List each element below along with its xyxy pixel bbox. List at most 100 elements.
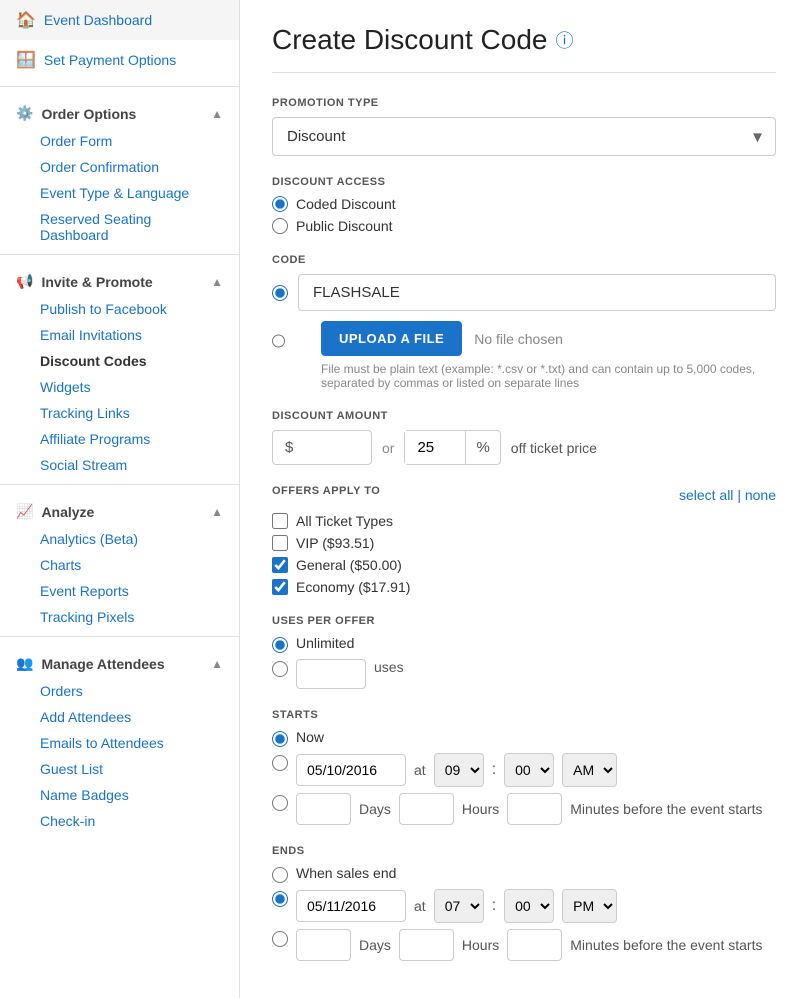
all-ticket-types-checkbox[interactable]: [272, 513, 288, 529]
ends-days-input[interactable]: [296, 929, 351, 961]
start-hour-select[interactable]: 09: [434, 753, 484, 787]
ends-days-label: Days: [359, 937, 391, 953]
start-ampm-select[interactable]: AM PM: [562, 753, 617, 787]
sidebar-item-event-dashboard[interactable]: 🏠 Event Dashboard: [0, 0, 239, 40]
sidebar-item-social-stream[interactable]: Social Stream: [20, 452, 239, 478]
percent-input[interactable]: [405, 431, 465, 464]
starts-days-input[interactable]: [296, 793, 351, 825]
sidebar-section-analyze[interactable]: 📈 Analyze ▲: [0, 491, 239, 526]
ends-relative-inputs: Days Hours Minutes before the event star…: [296, 929, 762, 961]
offers-links: select all | none: [679, 487, 776, 503]
pipe-separator: |: [737, 487, 745, 503]
vip-checkbox[interactable]: [272, 535, 288, 551]
starts-date-radio[interactable]: [272, 755, 288, 771]
starts-section: STARTS Now at 09 : 00 AM PM: [272, 709, 776, 825]
sidebar-item-reserved-seating[interactable]: Reserved Seating Dashboard: [20, 206, 239, 248]
sidebar-section-manage-attendees[interactable]: 👥 Manage Attendees ▲: [0, 643, 239, 678]
unlimited-label: Unlimited: [296, 635, 354, 651]
info-icon[interactable]: ⓘ: [555, 27, 573, 53]
code-file-radio[interactable]: [272, 333, 285, 349]
page-title: Create Discount Code ⓘ: [272, 24, 776, 73]
start-min-select[interactable]: 00: [504, 753, 554, 787]
economy-checkbox[interactable]: [272, 579, 288, 595]
unlimited-radio[interactable]: [272, 637, 288, 653]
amount-row: $ or % off ticket price: [272, 430, 776, 465]
coded-discount-radio-item[interactable]: Coded Discount: [272, 196, 776, 212]
general-checkbox[interactable]: [272, 557, 288, 573]
end-ampm-select[interactable]: AM PM: [562, 889, 617, 923]
sidebar-item-publish-facebook[interactable]: Publish to Facebook: [20, 296, 239, 322]
uses-count-radio[interactable]: [272, 661, 288, 677]
code-single-radio[interactable]: [272, 285, 288, 301]
ends-at-label: at: [414, 898, 426, 914]
sidebar-item-discount-codes[interactable]: Discount Codes: [20, 348, 239, 374]
economy-ticket-item[interactable]: Economy ($17.91): [272, 579, 776, 595]
dollar-sign: $: [285, 439, 293, 456]
sidebar-item-analytics-beta[interactable]: Analytics (Beta): [20, 526, 239, 552]
ends-hours-input[interactable]: [399, 929, 454, 961]
upload-button[interactable]: UPLOAD A FILE: [321, 321, 462, 356]
ends-date-radio[interactable]: [272, 891, 288, 907]
sidebar-item-orders[interactable]: Orders: [20, 678, 239, 704]
or-text: or: [382, 440, 394, 456]
sidebar-item-charts[interactable]: Charts: [20, 552, 239, 578]
ends-hours-label: Hours: [462, 937, 499, 953]
sidebar-item-event-type-language[interactable]: Event Type & Language: [20, 180, 239, 206]
sidebar-item-tracking-links[interactable]: Tracking Links: [20, 400, 239, 426]
start-date-input[interactable]: [296, 754, 406, 786]
ends-colon: :: [492, 897, 496, 915]
discount-access-section: DISCOUNT ACCESS Coded Discount Public Di…: [272, 176, 776, 234]
uses-count-row: uses: [272, 659, 776, 689]
uses-input[interactable]: [296, 659, 366, 689]
general-ticket-item[interactable]: General ($50.00): [272, 557, 776, 573]
dollar-input[interactable]: [297, 439, 357, 456]
sidebar-item-order-confirmation[interactable]: Order Confirmation: [20, 154, 239, 180]
starts-now-row: Now: [272, 729, 776, 747]
select-all-link[interactable]: select all: [679, 487, 733, 503]
end-hour-select[interactable]: 07: [434, 889, 484, 923]
code-input[interactable]: [298, 274, 776, 311]
sidebar-section-invite-promote[interactable]: 📢 Invite & Promote ▲: [0, 261, 239, 296]
ends-when-sales-radio[interactable]: [272, 867, 288, 883]
sidebar-item-email-invitations[interactable]: Email Invitations: [20, 322, 239, 348]
sidebar-item-guest-list[interactable]: Guest List: [20, 756, 239, 782]
starts-hours-input[interactable]: [399, 793, 454, 825]
all-ticket-types-item[interactable]: All Ticket Types: [272, 513, 776, 529]
starts-now-radio[interactable]: [272, 731, 288, 747]
sidebar-item-widgets[interactable]: Widgets: [20, 374, 239, 400]
end-min-select[interactable]: 00: [504, 889, 554, 923]
starts-now-label: Now: [296, 729, 324, 745]
ends-minutes-input[interactable]: [507, 929, 562, 961]
sidebar-item-check-in[interactable]: Check-in: [20, 808, 239, 834]
manage-attendees-submenu: Orders Add Attendees Emails to Attendees…: [0, 678, 239, 834]
none-link[interactable]: none: [745, 487, 776, 503]
starts-minutes-input[interactable]: [507, 793, 562, 825]
promotion-type-label: PROMOTION TYPE: [272, 97, 776, 109]
dollar-input-wrapper: $: [272, 430, 372, 465]
analyze-submenu: Analytics (Beta) Charts Event Reports Tr…: [0, 526, 239, 630]
promotion-type-select[interactable]: Discount: [272, 117, 776, 156]
public-discount-radio[interactable]: [272, 218, 288, 234]
sidebar: 🏠 Event Dashboard 🪟 Set Payment Options …: [0, 0, 240, 998]
starts-relative-radio[interactable]: [272, 795, 288, 811]
discount-amount-section: DISCOUNT AMOUNT $ or % off ticket price: [272, 410, 776, 465]
sidebar-item-order-form[interactable]: Order Form: [20, 128, 239, 154]
ends-relative-radio[interactable]: [272, 931, 288, 947]
coded-discount-radio[interactable]: [272, 196, 288, 212]
sidebar-item-add-attendees[interactable]: Add Attendees: [20, 704, 239, 730]
sidebar-section-order-options[interactable]: ⚙️ Order Options ▲: [0, 93, 239, 128]
sidebar-item-name-badges[interactable]: Name Badges: [20, 782, 239, 808]
starts-days-label: Days: [359, 801, 391, 817]
percent-wrapper: %: [404, 430, 500, 465]
end-date-input[interactable]: [296, 890, 406, 922]
sidebar-item-affiliate-programs[interactable]: Affiliate Programs: [20, 426, 239, 452]
sidebar-item-set-payment[interactable]: 🪟 Set Payment Options: [0, 40, 239, 80]
uses-label: uses: [374, 659, 404, 675]
public-discount-radio-item[interactable]: Public Discount: [272, 218, 776, 234]
vip-ticket-item[interactable]: VIP ($93.51): [272, 535, 776, 551]
sidebar-item-tracking-pixels[interactable]: Tracking Pixels: [20, 604, 239, 630]
sidebar-item-emails-to-attendees[interactable]: Emails to Attendees: [20, 730, 239, 756]
chevron-up-icon-4: ▲: [211, 657, 223, 671]
discount-access-label: DISCOUNT ACCESS: [272, 176, 776, 188]
sidebar-item-event-reports[interactable]: Event Reports: [20, 578, 239, 604]
